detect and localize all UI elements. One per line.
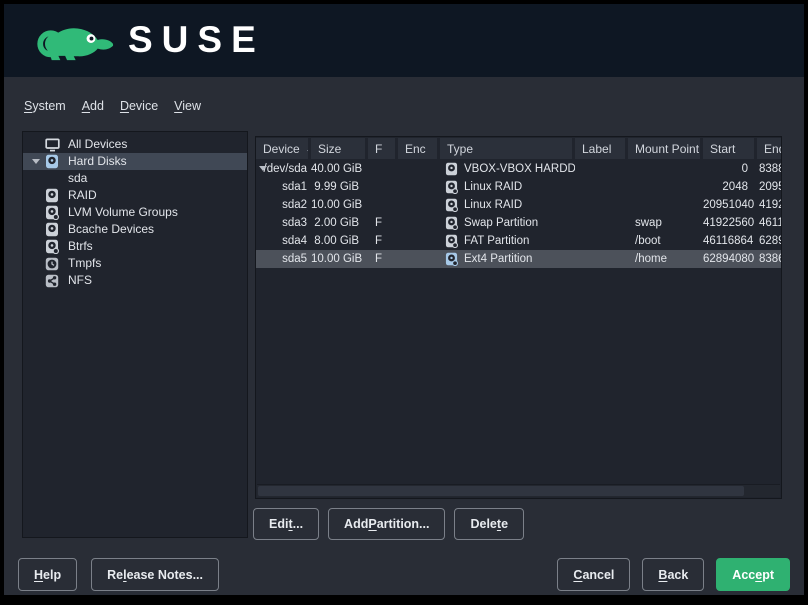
nfs-share-icon	[43, 274, 61, 288]
bcache-disk-icon	[43, 222, 61, 237]
screen: SUSE System Add Device View All Devices	[0, 0, 808, 605]
lvm-disk-icon	[43, 205, 61, 220]
disk-type-icon	[445, 162, 458, 176]
tree-item-hard-disks[interactable]: Hard Disks	[23, 153, 247, 170]
column-header-start[interactable]: Start	[703, 137, 757, 160]
menu-view[interactable]: View	[174, 99, 201, 113]
btrfs-disk-icon	[43, 239, 61, 254]
tree-item-label: Bcache Devices	[68, 221, 154, 238]
tree-item-lvm-volume-groups[interactable]: LVM Volume Groups	[23, 204, 247, 221]
edit-button[interactable]: Edit...	[253, 508, 319, 540]
device-tree: All Devices Hard Disks sda RAID	[23, 132, 247, 289]
tree-item-label: Hard Disks	[68, 153, 127, 170]
table-row-sda3[interactable]: sda3 2.00 GiB F Swap Partition swap 4192…	[256, 214, 781, 232]
tmpfs-clock-icon	[43, 257, 61, 271]
column-header-device[interactable]: Device	[256, 137, 311, 160]
partition-type-icon	[445, 180, 458, 194]
menu-system[interactable]: System	[24, 99, 66, 113]
partitions-table: Device Size F Enc Type Label Mount Point…	[255, 136, 782, 499]
table-row-dev-sda[interactable]: /dev/sda 40.00 GiB VBOX-VBOX HARDDISK 0 …	[256, 160, 781, 178]
tree-item-label: All Devices	[68, 136, 127, 153]
column-header-type[interactable]: Type	[440, 137, 575, 160]
menu-device[interactable]: Device	[120, 99, 158, 113]
suse-chameleon-icon	[22, 14, 114, 66]
column-header-label[interactable]: Label	[575, 137, 628, 160]
tree-item-raid[interactable]: RAID	[23, 187, 247, 204]
raid-disk-icon	[43, 188, 61, 203]
scrollbar-thumb[interactable]	[258, 486, 744, 496]
table-row-sda1[interactable]: sda1 9.99 GiB Linux RAID 2048 2095	[256, 178, 781, 196]
tree-item-label: NFS	[68, 272, 92, 289]
menubar: System Add Device View	[24, 99, 201, 113]
tree-item-tmpfs[interactable]: Tmpfs	[23, 255, 247, 272]
add-partition-button[interactable]: Add Partition...	[328, 508, 445, 540]
expander-icon[interactable]	[259, 166, 267, 171]
column-header-enc[interactable]: Enc	[398, 137, 440, 160]
tree-item-bcache-devices[interactable]: Bcache Devices	[23, 221, 247, 238]
device-tree-panel: All Devices Hard Disks sda RAID	[22, 131, 248, 538]
sort-ascending-icon	[307, 146, 308, 151]
delete-button[interactable]: Delete	[454, 508, 524, 540]
tree-item-label: Btrfs	[68, 238, 93, 255]
footer-bar: Help Release Notes... Cancel Back Accept	[18, 558, 790, 591]
partition-type-icon	[445, 216, 458, 230]
accept-button[interactable]: Accept	[716, 558, 790, 591]
all-devices-monitor-icon	[43, 138, 61, 152]
tree-item-nfs[interactable]: NFS	[23, 272, 247, 289]
tree-item-label: LVM Volume Groups	[68, 204, 178, 221]
table-row-sda5[interactable]: sda5 10.00 GiB F Ext4 Partition /home 62…	[256, 250, 781, 268]
partition-type-icon	[445, 234, 458, 248]
suse-logo: SUSE	[22, 14, 265, 66]
column-header-end[interactable]: End	[757, 137, 782, 160]
help-button[interactable]: Help	[18, 558, 77, 591]
table-row-sda2[interactable]: sda2 10.00 GiB Linux RAID 20951040 4192	[256, 196, 781, 214]
horizontal-scrollbar[interactable]	[257, 484, 780, 497]
tree-item-label: RAID	[68, 187, 97, 204]
tree-item-label: Tmpfs	[68, 255, 101, 272]
partition-type-icon	[445, 198, 458, 212]
expander-icon[interactable]	[32, 159, 40, 164]
tree-item-label: sda	[68, 170, 87, 187]
suse-banner: SUSE	[4, 4, 804, 77]
column-header-f[interactable]: F	[368, 137, 398, 160]
column-header-size[interactable]: Size	[311, 137, 368, 160]
table-row-sda4[interactable]: sda4 8.00 GiB F FAT Partition /boot 4611…	[256, 232, 781, 250]
tree-item-btrfs[interactable]: Btrfs	[23, 238, 247, 255]
release-notes-button[interactable]: Release Notes...	[91, 558, 219, 591]
hard-disk-icon	[43, 154, 61, 169]
table-action-buttons: Edit... Add Partition... Delete	[253, 508, 524, 540]
column-header-mount-point[interactable]: Mount Point	[628, 137, 703, 160]
menu-add[interactable]: Add	[82, 99, 104, 113]
back-button[interactable]: Back	[642, 558, 704, 591]
tree-item-sda[interactable]: sda	[23, 170, 247, 187]
cancel-button[interactable]: Cancel	[557, 558, 630, 591]
partition-type-icon	[445, 252, 458, 266]
tree-item-all-devices[interactable]: All Devices	[23, 136, 247, 153]
table-header: Device Size F Enc Type Label Mount Point…	[256, 137, 781, 160]
yast-partitioner-window: SUSE System Add Device View All Devices	[4, 4, 804, 595]
suse-wordmark: SUSE	[128, 14, 265, 66]
